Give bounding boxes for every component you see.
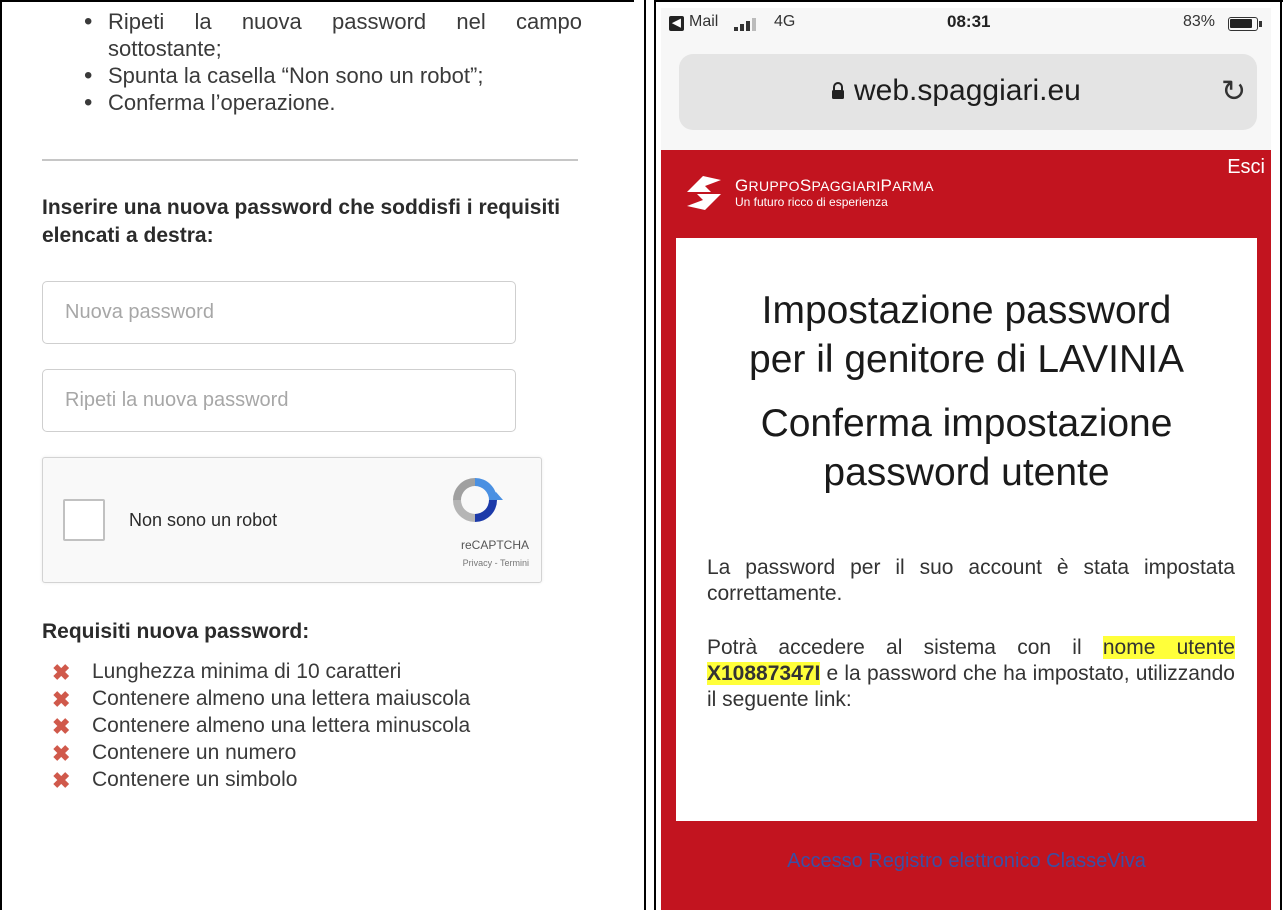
page-title-line: per il genitore di LAVINIA <box>749 338 1184 381</box>
network-type: 4G <box>774 13 796 30</box>
divider <box>42 159 578 161</box>
confirmation-card: Impostazione password per il genitore di… <box>676 238 1257 872</box>
x-mark-icon: ✖ <box>52 687 71 712</box>
recaptcha-label: Non sono un robot <box>129 510 278 530</box>
requirement-item: ✖ Contenere un numero <box>42 739 602 766</box>
brand-name: GRUPPOSPAGGIARIPARMA <box>735 176 934 195</box>
page-title-line: Impostazione password <box>761 289 1172 332</box>
requirements-list: ✖ Lunghezza minima di 10 caratteri ✖ Conte… <box>42 658 602 793</box>
x-mark-icon: ✖ <box>52 768 71 793</box>
signal-icon <box>734 17 762 31</box>
lock-icon <box>832 82 844 99</box>
classeviva-link[interactable]: Accesso Registro elettronico ClasseViva <box>676 850 1257 873</box>
phone-screenshot: ◀ Mail 4G 08:31 83% web.spaggiari.eu ↻ G… <box>661 8 1271 910</box>
brand-tagline: Un futuro ricco di esperienza <box>735 195 888 209</box>
password-form-panel: Ripeti la nuova password nel campo sotto… <box>12 0 634 910</box>
highlighted-label: nome utente <box>1102 636 1235 659</box>
page-subtitle-line: Conferma impostazione <box>760 402 1173 445</box>
requirement-item: ✖ Contenere almeno una lettera maiuscola <box>42 685 512 712</box>
requirement-item: ✖ Lunghezza minima di 10 caratteri <box>42 658 602 685</box>
requirement-item: ✖ Contenere un simbolo <box>42 766 602 793</box>
table-border-middle-b <box>654 0 656 910</box>
recaptcha-widget: Non sono un robot reCAPTCHA Privacy - Te… <box>42 457 542 583</box>
clock: 08:31 <box>947 12 991 31</box>
success-message: La password per il suo account è stata i… <box>707 556 1235 605</box>
table-border-middle-a <box>644 0 646 910</box>
logout-link[interactable]: Esci <box>1227 156 1265 179</box>
requirements-title: Requisiti nuova password: <box>42 620 310 643</box>
recaptcha-logo-icon <box>453 478 503 522</box>
back-to-app-label[interactable]: Mail <box>689 13 718 31</box>
repeat-password-input[interactable] <box>42 369 516 432</box>
status-bar: ◀ Mail 4G 08:31 83% <box>661 8 1271 42</box>
requirement-text: Contenere almeno una lettera maiuscola <box>92 687 471 710</box>
instruction-item-continuation: sottostante; <box>108 36 222 61</box>
x-mark-icon: ✖ <box>52 660 71 685</box>
battery-fill <box>1230 19 1252 28</box>
battery-icon <box>1228 17 1262 31</box>
reload-icon[interactable]: ↻ <box>1221 74 1246 109</box>
instruction-item: Conferma l’operazione. <box>82 89 582 116</box>
form-prompt: Inserire una nuova password che soddisfi… <box>42 196 561 247</box>
instruction-item: Ripeti la nuova password nel campo <box>82 8 582 35</box>
address-bar[interactable]: web.spaggiari.eu ↻ <box>679 54 1257 130</box>
spaggiari-logo-icon <box>687 176 721 210</box>
web-page: GRUPPOSPAGGIARIPARMA Un futuro ricco di … <box>661 150 1271 910</box>
table-border-top-right <box>654 0 1283 2</box>
table-border-right <box>1280 0 1282 910</box>
recaptcha-checkbox[interactable] <box>63 499 105 541</box>
page-subtitle-line: password utente <box>823 451 1110 494</box>
requirement-text: Lunghezza minima di 10 caratteri <box>92 660 402 683</box>
recaptcha-terms-link[interactable]: Privacy - Termini <box>463 558 529 568</box>
table-border-left <box>0 0 2 910</box>
x-mark-icon: ✖ <box>52 741 71 766</box>
requirement-text: Contenere un simbolo <box>92 768 298 791</box>
battery-percent: 83% <box>1183 13 1216 30</box>
instruction-item: Spunta la casella “Non sono un robot”; <box>82 62 582 89</box>
new-password-input[interactable] <box>42 281 516 344</box>
requirement-text: Contenere almeno una lettera minuscola <box>92 714 471 737</box>
instruction-list: Ripeti la nuova password nel campo sotto… <box>82 8 582 116</box>
requirement-text: Contenere un numero <box>92 741 297 764</box>
requirement-item: ✖ Contenere almeno una lettera minuscola <box>42 712 512 739</box>
access-instructions: Potrà accedere al sistema con il nome ut… <box>707 636 1235 711</box>
username-value: X10887347I <box>707 662 821 685</box>
back-to-app-icon[interactable]: ◀ <box>669 16 684 31</box>
url-text[interactable]: web.spaggiari.eu <box>854 74 1081 108</box>
x-mark-icon: ✖ <box>52 714 71 739</box>
recaptcha-brand: reCAPTCHA <box>460 538 529 552</box>
